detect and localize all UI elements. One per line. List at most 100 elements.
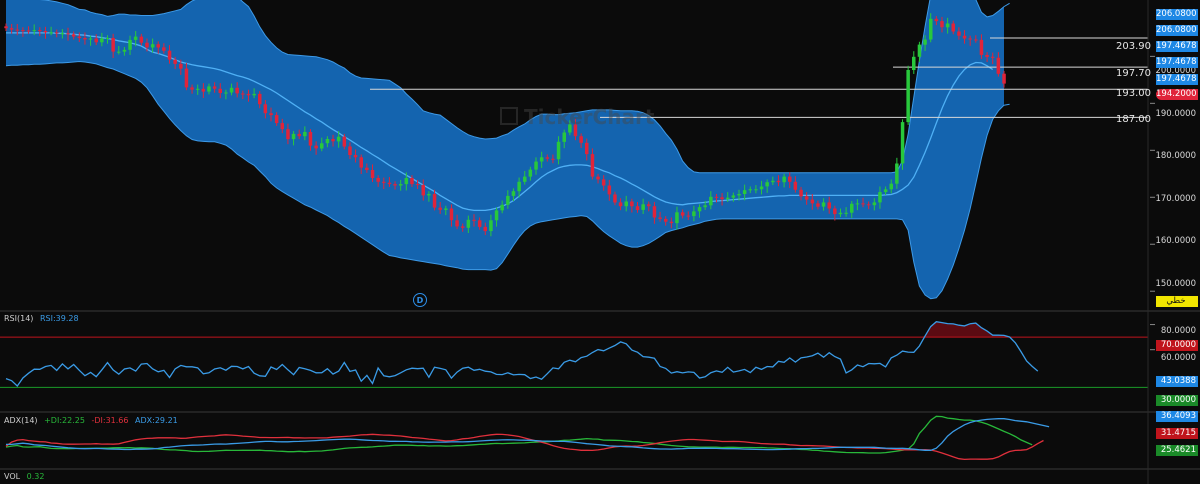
candle-body (173, 59, 177, 64)
candle-body (957, 31, 961, 36)
candle-body (833, 208, 837, 215)
candle-body (838, 212, 843, 215)
candle-body (100, 38, 104, 43)
candle-body (590, 154, 595, 177)
candle-body (9, 28, 14, 30)
plus-di-badge: 25.4621 (1156, 445, 1198, 456)
hline-label: 187.00 (1116, 114, 1151, 125)
candle-body (517, 181, 521, 192)
candle-body (269, 113, 273, 116)
candle-body (111, 38, 115, 52)
candle-body (900, 122, 905, 164)
candle-body (162, 47, 166, 51)
candle-body (21, 30, 25, 32)
candle-body (88, 38, 93, 40)
candle-body (258, 93, 262, 105)
candle-body (788, 176, 792, 182)
candle-body (539, 157, 544, 162)
candle-body (850, 203, 854, 213)
candle-body (432, 194, 437, 208)
candle-body (613, 194, 617, 203)
candle-body (156, 44, 160, 48)
candle-body (641, 204, 645, 210)
candle-body (731, 195, 736, 198)
plus-di-value: +DI:22.25 (44, 416, 85, 425)
candle-body (652, 206, 657, 218)
candle-body (66, 33, 70, 35)
candle-body (404, 178, 409, 185)
trading-chart[interactable] (0, 0, 1200, 484)
candle-body (342, 136, 347, 147)
minus-di-value: -DI:31.66 (91, 416, 129, 425)
candle-body (455, 220, 459, 227)
candle-body (229, 87, 234, 93)
candle-body (991, 56, 995, 58)
candle-body (714, 196, 719, 198)
candle-body (122, 49, 127, 52)
candle-body (128, 39, 132, 50)
candle-body (286, 129, 290, 140)
candle-body (675, 212, 679, 224)
candle-body (968, 38, 972, 40)
candle-body (692, 211, 696, 217)
candle-body (720, 197, 724, 200)
candle-body (303, 132, 307, 137)
price-tick: 180.0000 (1155, 151, 1196, 161)
chart-type-badge[interactable]: خطي (1156, 296, 1198, 307)
candle-body (314, 145, 318, 149)
candle-body (71, 34, 76, 37)
last-price-badge: 194.2000 (1156, 89, 1198, 100)
candle-body (861, 203, 865, 205)
candle-body (821, 202, 826, 207)
candle-body (274, 115, 279, 124)
bb-upper-badge: 206.0800 (1156, 25, 1198, 36)
candle-body (551, 158, 555, 160)
candle-body (427, 194, 431, 196)
candle-body (438, 207, 442, 210)
candle-body (534, 161, 538, 170)
hline-label: 193.00 (1116, 88, 1151, 99)
bb-upper-badge: 206.0800 (1156, 9, 1198, 20)
watermark-logo-icon (500, 107, 518, 125)
candle-body (365, 167, 369, 170)
price-tick: 190.0000 (1155, 109, 1196, 119)
candle-body (494, 210, 499, 221)
candle-body (951, 23, 955, 32)
candle-body (742, 190, 747, 194)
candle-body (912, 56, 916, 70)
candle-body (889, 183, 893, 190)
candle-body (393, 184, 397, 186)
candle-body (331, 139, 335, 142)
candle-body (218, 88, 222, 93)
candle-body (415, 184, 420, 186)
candle-body (759, 186, 764, 190)
candle-body (810, 199, 815, 204)
candle-body (872, 202, 877, 206)
candle-body (601, 179, 606, 186)
candle-body (748, 189, 752, 191)
candle-body (658, 217, 662, 219)
candle-body (917, 44, 922, 57)
candle-body (923, 39, 927, 45)
vol-legend: VOL 0.32 (4, 472, 44, 481)
rsi-value-badge: 43.0388 (1156, 376, 1198, 387)
candle-body (32, 30, 36, 32)
candle-body (117, 51, 121, 53)
candle-body (94, 38, 98, 43)
candle-body (647, 204, 651, 207)
candle-body (726, 197, 730, 200)
candle-body (55, 32, 59, 34)
price-tick: 150.0000 (1155, 279, 1196, 289)
candle-body (855, 203, 860, 205)
candle-body (562, 132, 566, 142)
rsi-30-badge: 30.0000 (1156, 395, 1198, 406)
candle-body (929, 18, 933, 40)
candle-body (297, 133, 301, 137)
dividend-marker-icon[interactable]: D (413, 293, 427, 307)
candle-body (844, 212, 848, 214)
candle-body (291, 133, 296, 140)
hline-label: 197.70 (1116, 68, 1151, 79)
candle-body (410, 178, 414, 185)
candle-body (196, 88, 200, 90)
price-tick: 170.0000 (1155, 194, 1196, 204)
